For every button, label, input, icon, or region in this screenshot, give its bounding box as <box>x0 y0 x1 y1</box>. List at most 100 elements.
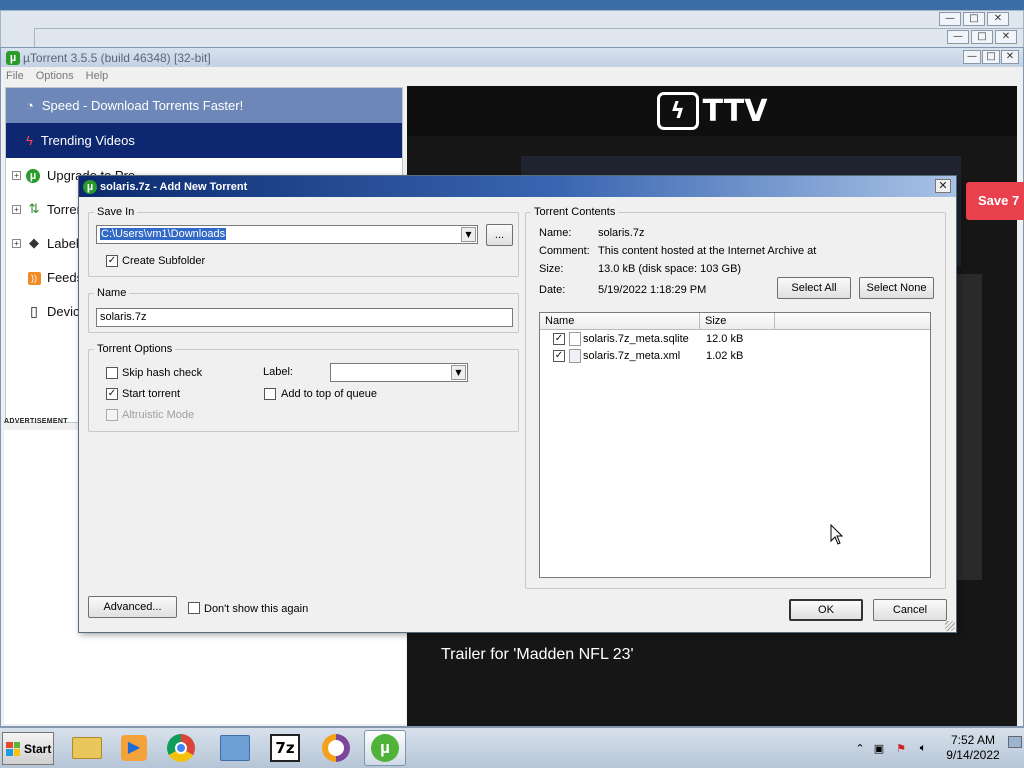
video-caption[interactable]: Trailer for 'Madden NFL 23' <box>441 646 634 664</box>
minimize-icon[interactable]: — <box>963 50 981 64</box>
close-icon[interactable]: ✕ <box>935 179 951 193</box>
close-icon[interactable]: ✕ <box>987 12 1009 26</box>
mouse-cursor-icon <box>830 524 844 545</box>
info-date-key: Date: <box>539 284 566 296</box>
skip-hash-checkbox[interactable] <box>106 367 118 379</box>
torrent-contents-legend: Torrent Contents <box>534 206 616 218</box>
file-checkbox[interactable]: ✓ <box>553 350 565 362</box>
create-subfolder-label: Create Subfolder <box>122 255 206 267</box>
clock[interactable]: 7:52 AM 9/14/2022 <box>940 733 1006 763</box>
torrent-name-field[interactable]: solaris.7z <box>96 308 513 327</box>
menu-bar: File Options Help <box>1 67 1023 85</box>
select-all-button[interactable]: Select All <box>777 277 851 299</box>
main-window-title: µTorrent 3.5.5 (build 46348) [32-bit] <box>23 50 211 65</box>
utorrent-icon: µ <box>6 50 20 65</box>
chrome-icon[interactable] <box>160 730 202 766</box>
save-path-combo[interactable]: C:\Users\vm1\Downloads ▼ <box>96 225 478 244</box>
utorrent-icon: µ <box>83 179 97 194</box>
file-row[interactable]: ✓ solaris.7z_meta.sqlite 12.0 kB <box>540 331 930 348</box>
start-label: Start <box>24 741 52 756</box>
sidebar-promo-trending[interactable]: ϟ Trending Videos <box>6 123 402 158</box>
column-name[interactable]: Name <box>540 313 700 330</box>
maximize-icon[interactable]: □ <box>982 50 1000 64</box>
utorrent-icon: µ <box>26 167 42 183</box>
file-icon <box>569 332 581 346</box>
ttv-logo: ϟ TTV <box>656 92 767 130</box>
file-list-header: Name Size <box>540 313 930 330</box>
save-path-value: C:\Users\vm1\Downloads <box>100 228 227 240</box>
rss-icon: )) <box>26 269 42 285</box>
show-desktop-icon[interactable] <box>1008 736 1022 748</box>
ok-button[interactable]: OK <box>789 599 863 621</box>
start-button[interactable]: Start <box>2 732 54 765</box>
network-tray-icon[interactable]: ▣ <box>868 742 890 755</box>
close-icon[interactable]: ✕ <box>995 30 1017 44</box>
sidebar-promo-speed[interactable]: ◔ Speed - Download Torrents Faster! <box>6 88 402 123</box>
file-name: solaris.7z_meta.xml <box>583 350 681 362</box>
menu-help[interactable]: Help <box>86 70 109 82</box>
expand-icon[interactable]: + <box>12 170 21 180</box>
add-top-queue-label: Add to top of queue <box>281 388 378 400</box>
device-icon: ▯ <box>30 302 38 319</box>
resize-grip-icon[interactable] <box>945 621 955 631</box>
clock-time: 7:52 AM <box>950 733 996 747</box>
file-list[interactable]: Name Size ✓ solaris.7z_meta.sqlite 12.0 … <box>539 312 931 578</box>
lightning-icon: ϟ <box>26 133 33 148</box>
save-in-legend: Save In <box>97 206 135 218</box>
maximize-icon[interactable]: □ <box>971 30 993 44</box>
main-title-bar: µ µTorrent 3.5.5 (build 46348) [32-bit] … <box>1 48 1023 67</box>
action-center-icon[interactable]: ⚑ <box>890 742 912 755</box>
minimize-icon[interactable]: — <box>947 30 969 44</box>
info-name-value: solaris.7z <box>598 227 645 239</box>
dont-show-checkbox[interactable] <box>188 602 200 614</box>
create-subfolder-checkbox[interactable]: ✓ <box>106 255 118 267</box>
chevron-down-icon[interactable]: ▼ <box>461 227 476 242</box>
label-caption: Label: <box>263 366 293 378</box>
start-torrent-label: Start torrent <box>122 388 181 400</box>
7zip-icon[interactable]: 7z <box>264 730 306 766</box>
media-player-icon[interactable]: ▶ <box>113 730 155 766</box>
volume-icon[interactable]: 🔈︎ <box>912 742 934 755</box>
column-size[interactable]: Size <box>700 313 775 330</box>
chevron-down-icon[interactable]: ▼ <box>451 365 466 380</box>
altruistic-mode-label: Altruistic Mode <box>122 409 195 421</box>
close-icon[interactable]: ✕ <box>1001 50 1019 64</box>
altruistic-mode-checkbox <box>106 409 118 421</box>
windows-logo-icon <box>6 741 20 756</box>
promo-speed-label: Speed - Download Torrents Faster! <box>41 98 244 113</box>
utorrent-taskbar-icon[interactable]: µ <box>364 730 406 766</box>
info-size-value: 13.0 kB (disk space: 103 GB) <box>598 263 742 275</box>
name-legend: Name <box>97 287 127 299</box>
file-checkbox[interactable]: ✓ <box>553 333 565 345</box>
chevron-up-icon[interactable]: ⌃ <box>852 742 868 755</box>
file-size: 1.02 kB <box>706 350 744 362</box>
info-date-value: 5/19/2022 1:18:29 PM <box>598 284 707 296</box>
skip-hash-label: Skip hash check <box>122 367 203 379</box>
browse-button[interactable]: ... <box>486 224 513 246</box>
speedometer-icon: ◔ <box>26 98 34 113</box>
add-top-queue-checkbox[interactable] <box>264 388 276 400</box>
clock-date: 9/14/2022 <box>946 748 1000 762</box>
expand-icon[interactable]: + <box>12 238 21 248</box>
file-row[interactable]: ✓ solaris.7z_meta.xml 1.02 kB <box>540 348 930 365</box>
minimize-icon[interactable]: — <box>939 12 961 26</box>
dialog-title: solaris.7z - Add New Torrent <box>100 180 248 193</box>
tor-browser-icon[interactable] <box>315 730 357 766</box>
info-size-key: Size: <box>539 263 564 275</box>
info-comment-key: Comment: <box>539 245 590 257</box>
network-icon[interactable] <box>214 730 256 766</box>
menu-file[interactable]: File <box>6 70 24 82</box>
label-select[interactable]: ▼ <box>330 363 468 382</box>
start-torrent-checkbox[interactable]: ✓ <box>106 388 118 400</box>
advanced-button[interactable]: Advanced... <box>88 596 177 618</box>
cancel-button[interactable]: Cancel <box>873 599 947 621</box>
save-button[interactable]: Save 7 <box>966 182 1024 220</box>
expand-icon[interactable]: + <box>12 204 21 214</box>
menu-options[interactable]: Options <box>36 70 74 82</box>
transfer-icon: ⇅ <box>28 201 40 216</box>
select-none-button[interactable]: Select None <box>859 277 934 299</box>
explorer-icon[interactable] <box>66 730 108 766</box>
ttv-header: ϟ TTV <box>407 86 1017 136</box>
maximize-icon[interactable]: □ <box>963 12 985 26</box>
promo-trending-label: Trending Videos <box>40 133 135 148</box>
